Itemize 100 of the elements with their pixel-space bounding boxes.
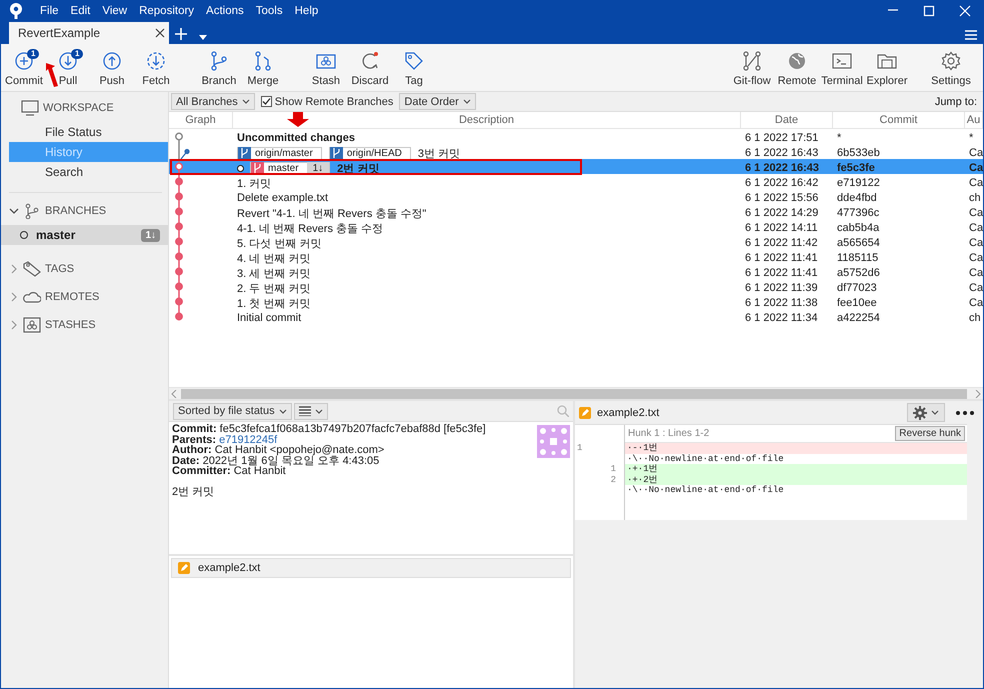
scroll-thumb[interactable] [181, 388, 967, 398]
tab-title: RevertExample [18, 26, 100, 40]
author-cell-text: ch [968, 192, 982, 204]
toolbar-button[interactable]: Push [90, 44, 134, 91]
section-heading[interactable]: WORKSPACE [43, 102, 114, 114]
author-cell-text: Ca [968, 267, 983, 279]
commit-row[interactable]: 4. 네 번째 커밋 6 1 2022 11:41 1185115 Ca [169, 249, 983, 264]
maximize-icon[interactable] [923, 5, 935, 17]
detail-line: Author: Cat Hanbit <popohejo@nate.com> [172, 445, 386, 456]
sidebar-item[interactable]: File Status [9, 122, 168, 142]
column-header[interactable]: Commit [833, 112, 965, 128]
section-heading[interactable]: STASHES [45, 319, 96, 331]
section-heading[interactable]: TAGS [45, 263, 74, 275]
menu-item[interactable]: Actions [200, 5, 250, 17]
view-mode-dropdown[interactable] [294, 402, 328, 420]
section-heading[interactable]: BRANCHES [45, 205, 106, 217]
changed-file-row[interactable]: example2.txt [171, 558, 571, 578]
caret-icon [462, 99, 471, 104]
commit-hash: dde4fbd [836, 192, 878, 204]
settings-dropdown[interactable] [907, 403, 945, 422]
sort-dropdown[interactable]: Sorted by file status [173, 402, 292, 420]
menu-item[interactable]: Repository [133, 5, 200, 17]
author-cell-text: Ca [968, 207, 983, 219]
commit-row[interactable]: Uncommitted changes 6 1 2022 17:51 * * [169, 129, 983, 144]
commit-hash: 6b533eb [836, 147, 881, 159]
close-icon[interactable] [155, 28, 165, 38]
toolbar-button[interactable]: Terminal [820, 44, 864, 91]
detail-line: Commit: fe5c3fefca1f068a13b7497b207facfc7ebaf88d [fe5c3fe] [172, 424, 487, 434]
commit-message: 2. 두 번째 커밋 [237, 282, 310, 296]
menu-item[interactable]: Help [288, 5, 324, 17]
commit-message: 1. 첫 번째 커밋 [237, 296, 310, 310]
commit-message: 5. 다섯 번째 커밋 [237, 236, 322, 250]
date-cell-text: 6 1 2022 11:39 [744, 282, 819, 294]
column-header[interactable]: Graph [169, 112, 233, 128]
hunk-header: Hunk 1 : Lines 1-2 [628, 428, 710, 439]
date-cell-text: 6 1 2022 14:29 [744, 207, 820, 219]
commit-row[interactable]: origin/master origin/HEAD 3번 커밋 6 1 2022 16:43 6b533eb Ca [169, 144, 983, 159]
plus-icon[interactable] [175, 28, 187, 40]
sidebar-item[interactable]: Search [9, 162, 168, 182]
menu-icon[interactable] [965, 30, 977, 40]
menu-item[interactable]: View [96, 5, 134, 17]
commit-row[interactable]: 1. 커밋 6 1 2022 16:42 e719122 Ca [169, 174, 983, 189]
menu-item[interactable]: Edit [64, 5, 96, 17]
menu-item[interactable]: Tools [250, 5, 289, 17]
arrow-annotation [45, 62, 59, 88]
toolbar-button[interactable]: Merge [241, 44, 285, 91]
more-icon[interactable] [955, 410, 975, 416]
commit-row[interactable]: Delete example.txt 6 1 2022 15:56 dde4fbd ch [169, 189, 983, 204]
toolbar-button[interactable]: Explorer [865, 44, 909, 91]
caret-icon [314, 408, 323, 414]
caret-icon [931, 410, 939, 415]
date-cell-text: 6 1 2022 14:11 [744, 222, 819, 234]
branch-filter-dropdown[interactable]: All Branches [171, 93, 255, 110]
caret-icon[interactable] [199, 35, 207, 40]
branch-item[interactable]: master 1↓ [1, 225, 168, 245]
show-remote-checkbox[interactable]: Show Remote Branches [260, 96, 394, 108]
toolbar-button[interactable]: Discard [348, 44, 392, 91]
count-badge: 1 [27, 49, 40, 59]
commit-message: 3. 세 번째 커밋 [237, 266, 310, 280]
commit-row[interactable]: Initial commit 6 1 2022 11:34 a422254 ch [169, 309, 983, 324]
file-name: example2.txt [597, 406, 660, 418]
arrow-annotation [287, 112, 309, 127]
globe-icon [787, 51, 807, 71]
document-tab[interactable]: RevertExample [9, 22, 169, 44]
toolbar-button[interactable]: Settings [929, 44, 973, 91]
menu-item[interactable]: File [34, 5, 65, 17]
chevron-down-icon[interactable] [9, 206, 19, 216]
commit-row[interactable]: 5. 다섯 번째 커밋 6 1 2022 11:42 a565654 Ca [169, 234, 983, 249]
commit-hash: 477396c [836, 207, 880, 219]
reverse-hunk-button[interactable]: Reverse hunk [895, 426, 965, 441]
toolbar-button[interactable]: Commit 1 [2, 44, 46, 91]
file-name: example2.txt [198, 562, 260, 574]
commit-row[interactable]: 3. 세 번째 커밋 6 1 2022 11:41 a5752d6 Ca [169, 264, 983, 279]
commit-row[interactable]: 1. 첫 번째 커밋 6 1 2022 11:38 fee10ee Ca [169, 294, 983, 309]
date-cell-text: 6 1 2022 11:41 [744, 267, 819, 279]
toolbar-button[interactable]: Remote [775, 44, 819, 91]
column-header[interactable]: Date [741, 112, 833, 128]
count-badge: 1↓ [141, 228, 160, 242]
toolbar-button[interactable]: Git-flow [730, 44, 774, 91]
toolbar-button[interactable]: Tag [392, 44, 436, 91]
line-number: 1 [610, 464, 617, 474]
commit-hash: fe5c3fe [836, 162, 876, 174]
author-cell-text: Ca [968, 282, 983, 294]
commit-row[interactable]: 4-1. 네 번째 Revers 충돌 수정 6 1 2022 14:11 cab5b4a Ca [169, 219, 983, 234]
avatar-icon [537, 425, 570, 458]
author-cell-text: ch [968, 312, 982, 324]
column-header[interactable]: Au [965, 112, 983, 128]
sort-order-dropdown[interactable]: Date Order [399, 93, 476, 110]
count-badge: 1 [71, 49, 84, 59]
commit-row[interactable]: Revert "4-1. 네 번째 Revers 충돌 수정" 6 1 2022 14:29 477396c Ca [169, 204, 983, 219]
commit-row[interactable]: 2. 두 번째 커밋 6 1 2022 11:39 df77023 Ca [169, 279, 983, 294]
section-heading[interactable]: REMOTES [45, 291, 100, 303]
merge-icon [253, 51, 273, 71]
stash-icon [23, 317, 41, 333]
toolbar-button[interactable]: Branch [197, 44, 241, 91]
toolbar-button[interactable]: Stash [304, 44, 348, 91]
toolbar-button[interactable]: Fetch [134, 44, 178, 91]
line-number: 1 [576, 443, 584, 454]
tag-icon [404, 51, 424, 71]
commit-link[interactable]: e71912245f [219, 434, 278, 446]
